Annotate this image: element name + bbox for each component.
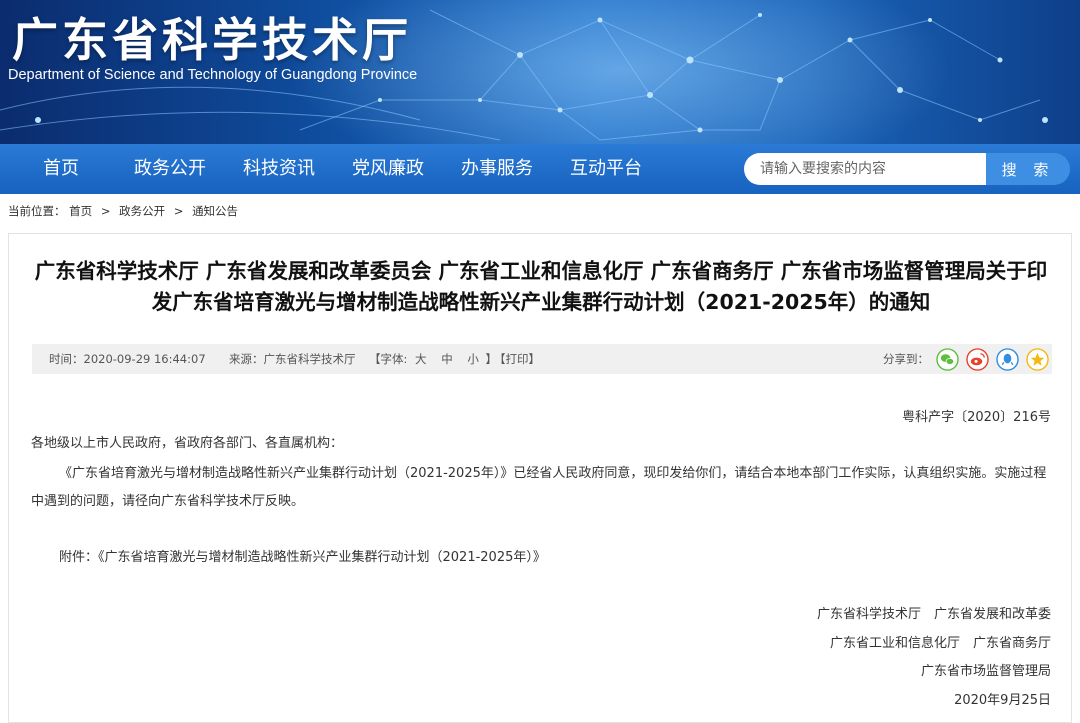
nav-item-interaction[interactable]: 互动平台 [570,144,642,194]
recipients-line: 各地级以上市人民政府，省政府各部门、各直属机构： [31,436,344,451]
article-title: 广东省科学技术厅 广东省发展和改革委员会 广东省工业和信息化厅 广东省商务厅 广… [34,259,1048,314]
font-large-link[interactable]: 大 [415,352,427,366]
breadcrumb-separator: > [173,204,184,218]
issue-date: 2020年9月25日 [954,692,1051,708]
qq-icon[interactable] [996,348,1019,371]
nav-item-services[interactable]: 办事服务 [461,144,533,194]
breadcrumb-home[interactable]: 首页 [69,204,92,218]
print-link[interactable]: 【打印】 [494,344,540,374]
article-panel: 广东省科学技术厅 广东省发展和改革委员会 广东省工业和信息化厅 广东省商务厅 广… [8,233,1072,723]
site-title: 广东省科学技术厅 [12,13,412,67]
document-number: 粤科产字〔2020〕216号 [902,410,1051,425]
attachment-link[interactable]: 附件：《广东省培育激光与增材制造战略性新兴产业集群行动计划（2021-2025年… [59,544,546,572]
search-button[interactable]: 搜 索 [986,153,1070,185]
nav-item-party-integrity[interactable]: 党风廉政 [352,144,424,194]
wechat-icon[interactable] [936,348,959,371]
signature-block: 广东省科学技术厅 广东省发展和改革委 广东省工业和信息化厅 广东省商务厅 广东省… [817,601,1051,715]
nav-item-government-affairs[interactable]: 政务公开 [134,144,206,194]
publish-time: 时间：2020-09-29 16:44:07 [49,352,206,366]
share-label: 分享到： [883,352,929,366]
signature-line: 广东省工业和信息化厅 广东省商务厅 [829,635,1051,651]
search-input[interactable] [744,153,986,185]
font-medium-link[interactable]: 中 [441,352,453,366]
breadcrumb-prefix: 当前位置： [8,204,66,218]
site-subtitle: Department of Science and Technology of … [8,67,418,83]
signature-line: 广东省科学技术厅 广东省发展和改革委 [816,607,1051,622]
body-paragraph: 《广东省培育激光与增材制造战略性新兴产业集群行动计划（2021-2025年）》已… [31,466,1047,509]
article-source: 来源：广东省科学技术厅 [229,352,356,366]
weibo-icon[interactable] [966,348,989,371]
nav-item-tech-news[interactable]: 科技资讯 [243,144,315,194]
breadcrumb-government-affairs[interactable]: 政务公开 [119,204,165,218]
breadcrumb-notices[interactable]: 通知公告 [192,204,238,218]
breadcrumb-separator: > [100,204,111,218]
font-size-label: 【字体: [369,352,408,366]
site-banner: 广东省科学技术厅 Department of Science and Techn… [0,0,1080,144]
signature-line: 广东省市场监督管理局 [920,664,1051,679]
breadcrumb: 当前位置： 首页 > 政务公开 > 通知公告 [8,202,238,220]
font-small-link[interactable]: 小 [467,352,479,366]
font-size-control: 【字体: 大 中 小 】 [369,344,497,374]
nav-item-home[interactable]: 首页 [43,144,79,194]
article-meta-bar: 时间：2020-09-29 16:44:07 来源：广东省科学技术厅 【字体: … [32,344,1052,374]
qzone-icon[interactable] [1026,348,1049,371]
